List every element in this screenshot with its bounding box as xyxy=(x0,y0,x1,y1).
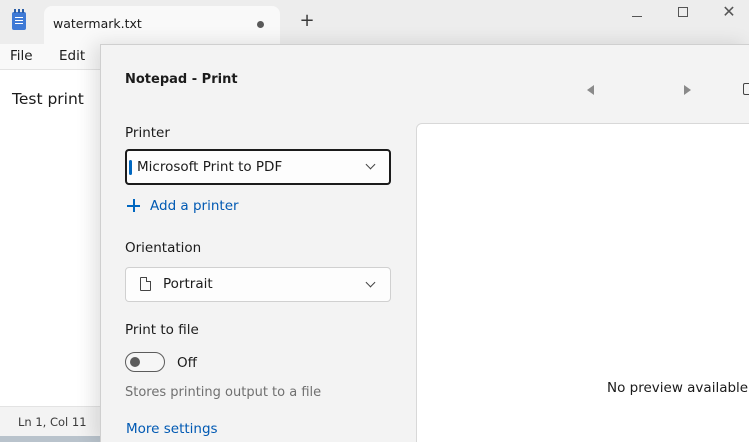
minimize-icon xyxy=(632,16,642,17)
print-preview-pane: No preview available xyxy=(416,123,749,442)
cursor-position: Ln 1, Col 11 xyxy=(18,415,87,429)
menu-edit[interactable]: Edit xyxy=(59,48,85,64)
print-dialog: Notepad - Print Printer Microsoft Print … xyxy=(100,44,749,442)
new-tab-button[interactable]: + xyxy=(298,12,316,30)
maximize-icon xyxy=(678,7,688,17)
more-settings-link[interactable]: More settings xyxy=(126,421,218,437)
chevron-down-icon xyxy=(365,159,376,170)
printer-selected-value: Microsoft Print to PDF xyxy=(137,159,283,175)
print-to-file-description: Stores printing output to a file xyxy=(125,385,322,400)
menu-file[interactable]: File xyxy=(10,48,33,64)
toggle-knob xyxy=(130,357,140,367)
unsaved-indicator-icon[interactable] xyxy=(257,21,264,28)
document-text: Test print xyxy=(12,90,84,108)
printer-dropdown[interactable]: Microsoft Print to PDF xyxy=(125,149,391,185)
chevron-right-icon[interactable] xyxy=(684,85,691,95)
maximize-button[interactable] xyxy=(660,2,706,24)
printer-label: Printer xyxy=(125,125,170,141)
focus-indicator xyxy=(129,160,132,175)
chevron-down-icon xyxy=(365,277,376,288)
tab-title: watermark.txt xyxy=(53,16,142,31)
fit-page-icon[interactable] xyxy=(743,83,749,95)
print-to-file-toggle[interactable] xyxy=(125,352,165,372)
minimize-button[interactable] xyxy=(614,2,660,24)
close-icon: ✕ xyxy=(722,2,736,21)
tab-watermark[interactable]: watermark.txt xyxy=(44,6,280,44)
close-button[interactable]: ✕ xyxy=(706,2,749,24)
add-printer-label: Add a printer xyxy=(150,198,239,214)
page-icon xyxy=(140,277,151,291)
notepad-title-bar: watermark.txt + ✕ xyxy=(0,0,749,44)
notepad-icon xyxy=(12,9,26,30)
dialog-title: Notepad - Print xyxy=(125,72,238,87)
orientation-label: Orientation xyxy=(125,240,202,256)
no-preview-message: No preview available xyxy=(607,380,749,396)
plus-icon xyxy=(127,199,140,212)
orientation-dropdown[interactable]: Portrait xyxy=(125,267,391,302)
toggle-state-text: Off xyxy=(177,355,197,371)
chevron-left-icon[interactable] xyxy=(587,85,594,95)
orientation-selected-value: Portrait xyxy=(163,276,213,292)
print-to-file-label: Print to file xyxy=(125,322,199,338)
